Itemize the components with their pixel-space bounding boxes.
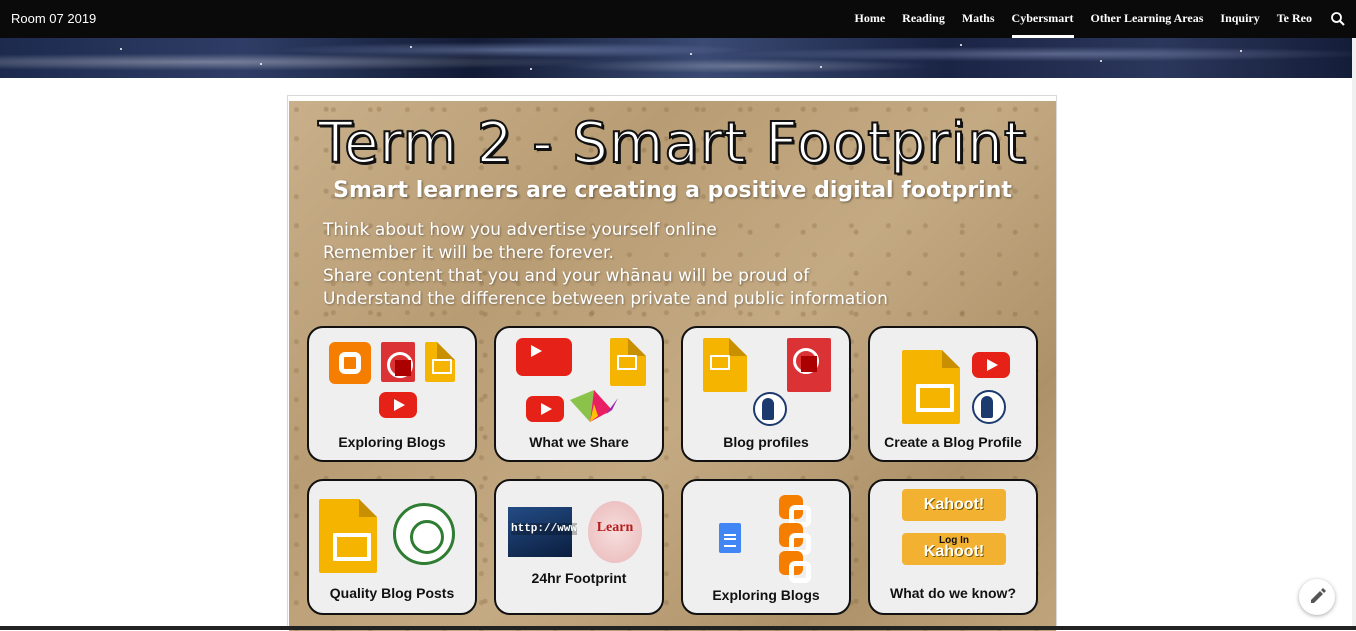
kahoot-logo-icon: Kahoot! <box>902 489 1006 521</box>
blogger-icon <box>779 495 811 527</box>
youtube-icon <box>379 392 417 418</box>
nav-item-cybersmart[interactable]: Cybersmart <box>1011 0 1074 38</box>
kahoot-login-text: Log In <box>939 535 969 546</box>
nav-item-other-learning-areas[interactable]: Other Learning Areas <box>1091 0 1204 38</box>
google-docs-icon <box>719 523 741 553</box>
pencil-icon <box>1311 588 1326 603</box>
embedded-slide-frame: Term 2 - Smart Footprint Smart learners … <box>287 95 1057 631</box>
word-cloud-text: Learn <box>596 520 634 535</box>
search-icon[interactable] <box>1330 11 1346 27</box>
student-avatar-icon <box>753 392 787 426</box>
google-slides-icon <box>319 499 377 573</box>
main-nav: Home Reading Maths Cybersmart Other Lear… <box>855 0 1312 38</box>
slide-title: Term 2 - Smart Footprint <box>317 110 1027 177</box>
card-label: Blog profiles <box>723 434 809 450</box>
slide-subtitle: Smart learners are creating a positive d… <box>333 178 1012 203</box>
ako-hiko-logo-icon <box>393 503 455 565</box>
youtube-icon <box>516 338 572 376</box>
nav-item-reading[interactable]: Reading <box>902 0 945 38</box>
google-slides-icon <box>610 338 646 386</box>
bullet-item: Think about how you advertise yourself o… <box>323 220 717 240</box>
google-drawings-icon <box>381 342 415 382</box>
youtube-icon <box>526 396 564 422</box>
kahoot-login-icon: Log In Kahoot! <box>902 533 1006 565</box>
card-exploring-blogs[interactable]: Exploring Blogs <box>307 326 477 462</box>
card-label: What we Share <box>529 434 629 450</box>
bullet-item: Share content that you and your whānau w… <box>323 266 810 286</box>
bullet-item: Understand the difference between privat… <box>323 289 888 309</box>
bullet-item: Remember it will be there forever. <box>323 243 614 263</box>
top-navigation-bar: Room 07 2019 Home Reading Maths Cybersma… <box>0 0 1356 38</box>
blogger-icon <box>329 342 371 384</box>
card-create-a-blog-profile[interactable]: Create a Blog Profile <box>868 326 1038 462</box>
nav-item-home[interactable]: Home <box>855 0 886 38</box>
page-scrollbar[interactable] <box>1352 38 1356 630</box>
google-slides-icon <box>902 350 960 424</box>
header-banner-image <box>0 38 1352 78</box>
card-exploring-blogs-2[interactable]: Exploring Blogs <box>681 479 851 615</box>
card-24hr-footprint[interactable]: http://www Learn 24hr Footprint <box>494 479 664 615</box>
web-address-text: http://www <box>511 523 578 535</box>
card-label: Exploring Blogs <box>338 434 446 450</box>
youtube-icon <box>972 352 1010 378</box>
edit-button[interactable] <box>1299 579 1335 615</box>
card-label: Quality Blog Posts <box>329 585 455 601</box>
slide-canvas: Term 2 - Smart Footprint Smart learners … <box>289 101 1056 631</box>
bottom-edge-bar <box>0 626 1356 630</box>
google-slides-icon <box>703 338 747 392</box>
student-avatar-icon <box>972 390 1006 424</box>
card-label: What do we know? <box>890 585 1016 601</box>
word-cloud-icon: Learn <box>588 501 642 563</box>
card-label: 24hr Footprint <box>531 570 627 586</box>
origami-crane-icon <box>568 384 620 424</box>
google-slides-icon <box>425 342 455 382</box>
nav-item-te-reo[interactable]: Te Reo <box>1277 0 1312 38</box>
google-drawings-icon <box>787 338 831 392</box>
card-what-we-share[interactable]: What we Share <box>494 326 664 462</box>
card-label: Exploring Blogs <box>712 587 820 603</box>
web-address-icon: http://www <box>508 507 578 557</box>
card-quality-blog-posts[interactable]: Quality Blog Posts <box>307 479 477 615</box>
card-label: Create a Blog Profile <box>884 434 1022 450</box>
nav-item-inquiry[interactable]: Inquiry <box>1220 0 1259 38</box>
card-blog-profiles[interactable]: Blog profiles <box>681 326 851 462</box>
nav-item-maths[interactable]: Maths <box>962 0 995 38</box>
site-title[interactable]: Room 07 2019 <box>11 11 96 26</box>
blogger-icon <box>779 523 811 555</box>
slide-bullet-list: Think about how you advertise yourself o… <box>323 219 888 311</box>
blogger-icon <box>779 551 811 583</box>
card-what-do-we-know[interactable]: Kahoot! Log In Kahoot! What do we know? <box>868 479 1038 615</box>
